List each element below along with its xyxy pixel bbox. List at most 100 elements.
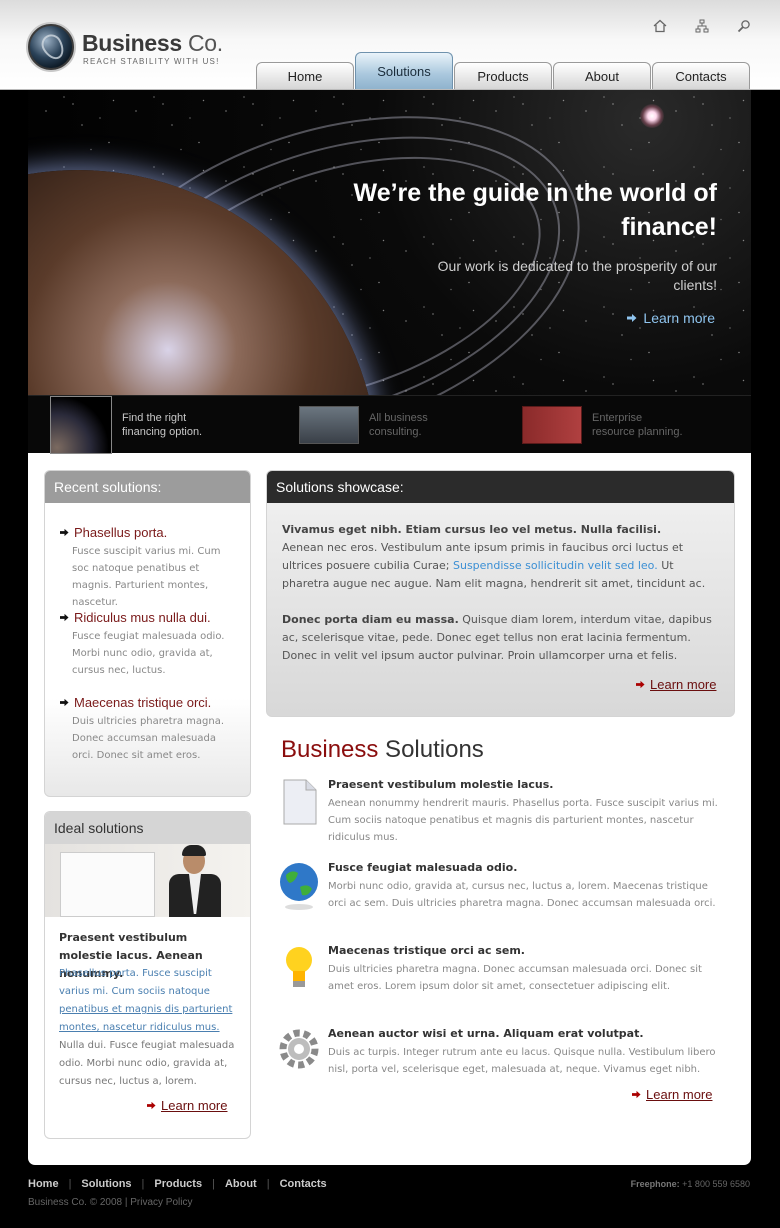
business-solutions-title: Business Solutions [281, 736, 484, 764]
business-item-title: Fusce feugiat malesuada odio. [328, 861, 518, 874]
top-icon-bar [652, 18, 752, 34]
tab-contacts[interactable]: Contacts [652, 62, 750, 89]
showcase-p1-bold: Vivamus eget nibh. Etiam cursus leo vel … [282, 523, 662, 536]
recent-item-link[interactable]: Ridiculus mus nulla dui. [60, 610, 240, 625]
showcase-heading: Solutions showcase: [267, 471, 734, 503]
businessman-photo [45, 844, 250, 917]
tab-solutions[interactable]: Solutions [355, 52, 453, 89]
recent-item-link[interactable]: Maecenas tristique orci. [60, 695, 240, 710]
feature-strip: Find the right financing option. All bus… [28, 395, 751, 454]
list-item: Praesent vestibulum molestie lacus. Aene… [278, 778, 728, 848]
learn-more-label: Learn more [650, 677, 717, 692]
footer-copyright: Business Co. © 2008 | Privacy Policy [28, 1197, 193, 1208]
footer-separator: | [266, 1178, 270, 1190]
ideal-inline-link[interactable]: penatibus et magnis dis parturient monte… [59, 1004, 232, 1033]
business-item-text: Duis ultricies pharetra magna. Donec acc… [328, 964, 702, 992]
footer-link-solutions[interactable]: Solutions [81, 1178, 131, 1190]
title-red-part: Business [281, 736, 379, 763]
star-flare [640, 104, 664, 128]
footer-link-products[interactable]: Products [154, 1178, 202, 1190]
phone-number: +1 800 559 6580 [679, 1179, 750, 1189]
business-item-title: Aenean auctor wisi et urna. Aliquam erat… [328, 1027, 644, 1040]
ideal-text-part: Nulla dui. Fusce feugiat malesuada odio.… [59, 1040, 235, 1087]
strip-item-erp[interactable]: Enterprise resource planning. [522, 396, 683, 454]
recent-item-link[interactable]: Phasellus porta. [60, 525, 240, 540]
list-item: Fusce feugiat malesuada odio. Morbi nunc… [278, 861, 728, 931]
site-header: Business Co. REACH STABILITY WITH US! Ho… [0, 0, 780, 90]
strip-item-label: All business consulting. [369, 412, 428, 438]
tab-home[interactable]: Home [256, 62, 354, 89]
hero-title: We’re the guide in the world of finance! [353, 179, 717, 241]
title-rest-part: Solutions [378, 736, 484, 763]
strip-item-label: Find the right financing option. [122, 412, 203, 438]
planet-thumbnail [50, 396, 112, 454]
list-item: Maecenas tristique orci ac sem. Duis ult… [278, 944, 728, 1014]
ideal-text-part: Phasellus porta. Fusce suscipit varius m… [59, 968, 212, 997]
footer-link-about[interactable]: About [225, 1178, 257, 1190]
brand-name[interactable]: Business Co. [82, 30, 223, 57]
brand-name-suffix: Co. [181, 30, 223, 56]
home-icon[interactable] [652, 18, 668, 34]
recent-item-text: Fusce feugiat malesuada odio. Morbi nunc… [72, 631, 225, 676]
business-item-title: Praesent vestibulum molestie lacus. [328, 778, 554, 791]
search-icon[interactable] [736, 18, 752, 34]
business-item-text: Duis ac turpis. Integer rutrum ante eu l… [328, 1047, 716, 1075]
ideal-text: Phasellus porta. Fusce suscipit varius m… [59, 965, 239, 1091]
arrow-right-icon [627, 314, 637, 322]
logo-icon[interactable] [28, 24, 74, 70]
globe-icon [280, 863, 318, 910]
learn-more-label: Learn more [161, 1098, 228, 1113]
recent-item-title: Phasellus porta. [74, 525, 168, 540]
hero-banner: We’re the guide in the world of finance!… [28, 90, 751, 395]
arrow-right-icon [636, 680, 645, 689]
footer-link-home[interactable]: Home [28, 1178, 59, 1190]
recent-solutions-box: Recent solutions: Phasellus porta. Fusce… [44, 470, 251, 797]
sitemap-icon[interactable] [694, 18, 710, 34]
showcase-learn-more-link[interactable]: Learn more [636, 677, 716, 692]
arrow-right-icon [632, 1090, 641, 1099]
recent-item-title: Ridiculus mus nulla dui. [74, 610, 211, 625]
business-item-title: Maecenas tristique orci ac sem. [328, 944, 525, 957]
list-item: Phasellus porta. Fusce suscipit varius m… [60, 525, 240, 611]
footer-link-contacts[interactable]: Contacts [280, 1178, 327, 1190]
showcase-paragraph-2: Donec porta diam eu massa. Quisque diam … [282, 611, 722, 665]
recent-item-text: Fusce suscipit varius mi. Cum soc natoqu… [72, 546, 221, 608]
footer-separator: | [68, 1178, 72, 1190]
tab-products[interactable]: Products [454, 62, 552, 89]
recent-solutions-heading: Recent solutions: [45, 471, 250, 503]
document-icon [283, 779, 317, 825]
strip-item-financing[interactable]: Find the right financing option. [50, 396, 202, 454]
main-panel: We’re the guide in the world of finance!… [28, 90, 751, 1165]
hero-learn-more-link[interactable]: Learn more [627, 310, 715, 326]
business-learn-more-link[interactable]: Learn more [632, 1087, 712, 1102]
footer-phone: Freephone: +1 800 559 6580 [631, 1179, 750, 1189]
brand-name-text: Business [82, 30, 182, 56]
business-item-text: Morbi nunc odio, gravida at, cursus nec,… [328, 881, 716, 909]
showcase-inline-link[interactable]: Suspendisse sollicitudin velit sed leo. [453, 559, 658, 572]
list-item: Ridiculus mus nulla dui. Fusce feugiat m… [60, 610, 240, 679]
arrow-right-icon [60, 613, 69, 622]
lightbulb-icon [286, 947, 312, 987]
brand-tagline: REACH STABILITY WITH US! [83, 57, 220, 66]
ideal-solutions-box: Ideal solutions Praesent vestibulum mole… [44, 811, 251, 1139]
gear-icon [279, 1029, 319, 1069]
footer-nav: Home | Solutions | Products | About | Contac… [28, 1178, 327, 1190]
erp-thumbnail [522, 406, 582, 444]
ideal-solutions-heading: Ideal solutions [45, 812, 250, 844]
tab-about[interactable]: About [553, 62, 651, 89]
learn-more-label: Learn more [646, 1087, 713, 1102]
strip-item-consulting[interactable]: All business consulting. [299, 396, 428, 454]
phone-label: Freephone: [630, 1179, 680, 1189]
footer-separator: | [212, 1178, 215, 1190]
strip-item-label: Enterprise resource planning. [592, 412, 683, 438]
hero-subtitle: Our work is dedicated to the prosperity … [437, 258, 717, 293]
list-item: Maecenas tristique orci. Duis ultricies … [60, 695, 240, 764]
hero-learn-more-label: Learn more [643, 310, 715, 326]
arrow-right-icon [147, 1101, 156, 1110]
solutions-showcase-box: Solutions showcase: Vivamus eget nibh. E… [266, 470, 735, 717]
person-hair [182, 845, 206, 856]
arrow-right-icon [60, 528, 69, 537]
ideal-learn-more-link[interactable]: Learn more [147, 1098, 227, 1113]
recent-item-title: Maecenas tristique orci. [74, 695, 212, 710]
showcase-paragraph-1: Vivamus eget nibh. Etiam cursus leo vel … [282, 521, 722, 593]
